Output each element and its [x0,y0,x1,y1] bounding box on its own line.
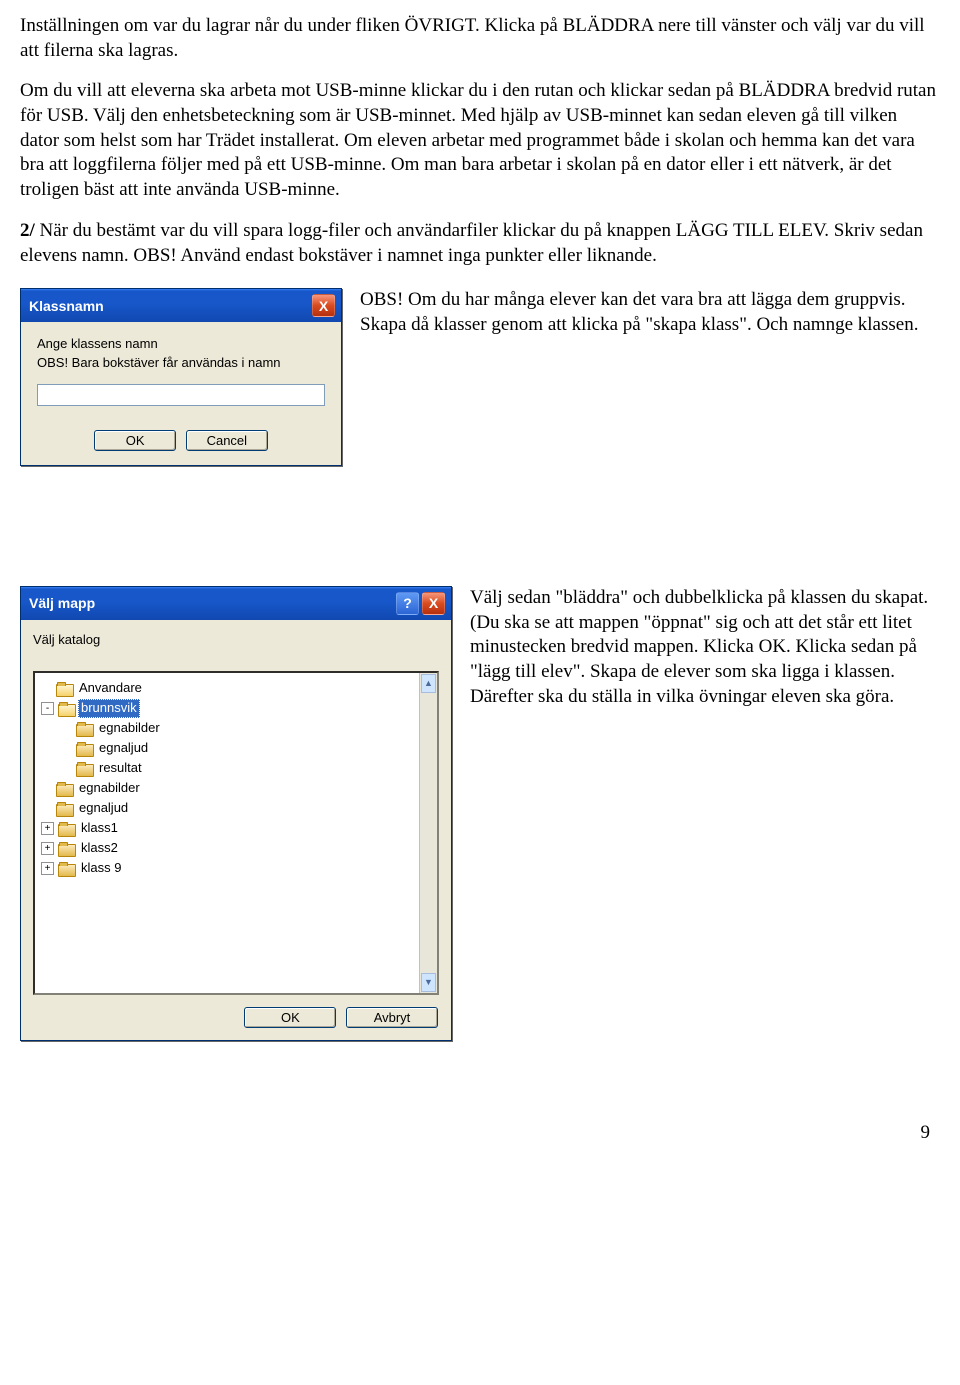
toggle-spacer [61,743,72,754]
scroll-down-icon[interactable]: ▼ [421,973,436,992]
tree-node[interactable]: Anvandare [41,679,419,699]
scroll-up-icon[interactable]: ▲ [421,674,436,693]
folder-icon [76,742,92,755]
expand-icon[interactable]: + [41,842,54,855]
paragraph-3: 2/ 2/ När du bestämt var du vill spara l… [20,219,940,268]
ok-button[interactable]: OK [94,430,176,451]
folder-icon [58,702,74,715]
dialog-label-1: Ange klassens namn [37,336,325,353]
tree-node-label[interactable]: egnabilder [96,719,163,738]
toggle-spacer [61,723,72,734]
folder-icon [56,682,72,695]
tree-node-label[interactable]: egnabilder [76,779,143,798]
cancel-button[interactable]: Avbryt [346,1007,438,1028]
ok-button[interactable]: OK [244,1007,336,1028]
dialog2-titlebar[interactable]: Välj mapp ? X [21,587,451,620]
toggle-spacer [41,803,52,814]
klassnamn-dialog: Klassnamn X Ange klassens namn OBS! Bara… [20,288,342,466]
classname-input[interactable] [37,384,325,406]
toggle-spacer [41,783,52,794]
tree-node[interactable]: egnaljud [41,739,419,759]
dialog2-subtitle: Välj katalog [33,632,439,649]
dialog-label-2: OBS! Bara bokstäver får användas i namn [37,355,325,372]
tree-node[interactable]: egnabilder [41,719,419,739]
toggle-spacer [41,683,52,694]
folder-icon [76,762,92,775]
tree-node-label[interactable]: brunnsvik [78,699,140,718]
help-icon[interactable]: ? [396,592,419,615]
folder-icon [58,862,74,875]
paragraph-1: Inställningen om var du lagrar når du un… [20,14,940,63]
folder-icon [56,782,72,795]
tree-node-label[interactable]: Anvandare [76,679,145,698]
map-side-text: Välj sedan "bläddra" och dubbelklicka på… [470,586,940,709]
tree-node-label[interactable]: egnaljud [76,799,131,818]
folder-icon [58,822,74,835]
tree-node[interactable]: egnabilder [41,779,419,799]
cancel-button[interactable]: Cancel [186,430,268,451]
valj-mapp-dialog: Välj mapp ? X Välj katalog Anvandare - bru… [20,586,452,1041]
toggle-spacer [61,763,72,774]
dialog-title: Klassnamn [29,297,104,315]
tree-node[interactable]: - brunnsvik [41,699,419,719]
close-icon[interactable]: X [422,592,445,615]
tree-node[interactable]: + klass2 [41,839,419,859]
tree-node-label[interactable]: egnaljud [96,739,151,758]
tree-node-label[interactable]: klass 9 [78,859,124,878]
page-number: 9 [20,1121,940,1146]
tree-node[interactable]: + klass1 [41,819,419,839]
folder-icon [76,722,92,735]
paragraph-2: Om du vill att eleverna ska arbeta mot U… [20,79,940,202]
folder-icon [56,802,72,815]
obs-side-text: OBS! Om du har många elever kan det vara… [360,288,940,337]
dialog-titlebar[interactable]: Klassnamn X [21,289,341,322]
folder-icon [58,842,74,855]
close-icon[interactable]: X [312,294,335,317]
tree-node-label[interactable]: klass2 [78,839,121,858]
tree-node[interactable]: + klass 9 [41,859,419,879]
tree-node[interactable]: resultat [41,759,419,779]
tree-node-label[interactable]: resultat [96,759,145,778]
expand-icon[interactable]: + [41,822,54,835]
folder-tree[interactable]: Anvandare-brunnsvikegnabilderegnaljudres… [33,671,439,995]
tree-node-label[interactable]: klass1 [78,819,121,838]
dialog2-title: Välj mapp [29,594,95,612]
expand-icon[interactable]: + [41,862,54,875]
tree-node[interactable]: egnaljud [41,799,419,819]
collapse-icon[interactable]: - [41,702,54,715]
scrollbar[interactable]: ▲ ▼ [419,673,437,993]
